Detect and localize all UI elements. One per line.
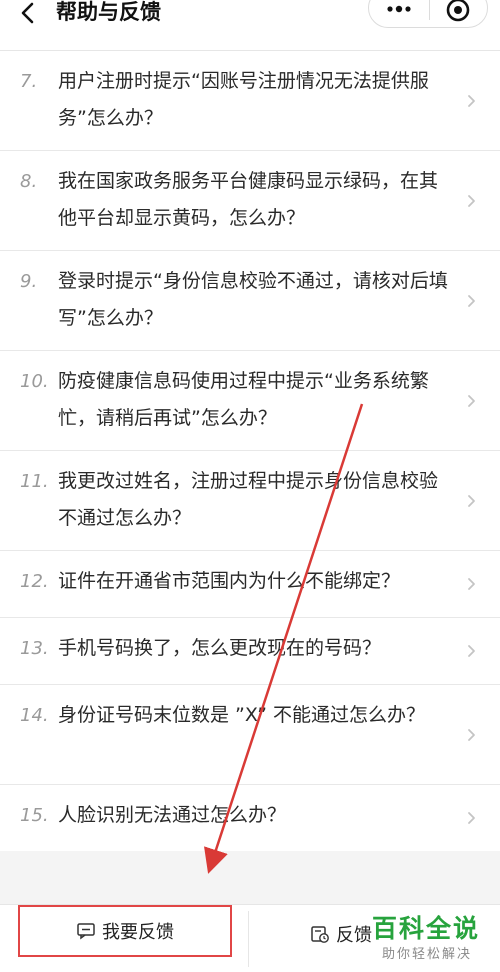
faq-item-number: 8. (20, 171, 38, 192)
faq-item-question: 身份证号码末位数是 ”X” 不能通过怎么办？ (58, 704, 426, 726)
faq-item-question: 手机号码换了，怎么更改现在的号码？ (58, 637, 382, 659)
chevron-right-icon (468, 728, 475, 741)
faq-item-number: 10. (20, 371, 49, 392)
chevron-right-icon (468, 812, 475, 824)
watermark-title: 百科全说 (372, 914, 481, 943)
faq-item[interactable]: 14. 身份证号码末位数是 ”X” 不能通过怎么办？ (0, 685, 500, 785)
top-nav-bar: 帮助与反馈 (0, 0, 500, 51)
faq-item-number: 7. (20, 71, 38, 92)
feedback-button[interactable]: 我要反馈 (18, 905, 232, 957)
faq-item[interactable]: 7. 用户注册时提示“因账号注册情况无法提供服务”怎么办？ (0, 51, 500, 151)
faq-item[interactable]: 15. 人脸识别无法通过怎么办？ (0, 785, 500, 852)
faq-item-number: 15. (20, 805, 49, 826)
feedback-records-button[interactable]: 反馈 (310, 919, 372, 949)
more-dots-icon[interactable] (385, 0, 413, 19)
faq-item-question: 防疫健康信息码使用过程中提示“业务系统繁忙，请稍后再试”怎么办？ (58, 370, 429, 429)
message-edit-icon (77, 923, 95, 940)
bottom-bar-divider (248, 911, 249, 967)
faq-item-question: 用户注册时提示“因账号注册情况无法提供服务”怎么办？ (58, 70, 429, 129)
feedback-button-label: 我要反馈 (102, 922, 174, 943)
faq-item-number: 11. (20, 471, 49, 492)
capsule-divider (429, 0, 430, 20)
faq-item[interactable]: 9. 登录时提示“身份信息校验不通过，请核对后填写”怎么办？ (0, 251, 500, 351)
faq-item-question: 人脸识别无法通过怎么办？ (58, 804, 287, 826)
page-title: 帮助与反馈 (56, 0, 161, 24)
chevron-right-icon (468, 494, 475, 507)
watermark-subtitle: 助你轻松解决 (382, 947, 473, 962)
faq-item-number: 13. (20, 638, 49, 659)
chevron-right-icon (468, 394, 475, 407)
feedback-records-label: 反馈 (336, 925, 372, 946)
faq-list: 7. 用户注册时提示“因账号注册情况无法提供服务”怎么办？ 8. 我在国家政务服务平台… (0, 51, 500, 852)
faq-item[interactable]: 12. 证件在开通省市范围内为什么不能绑定？ (0, 551, 500, 618)
target-circle-icon[interactable] (445, 0, 471, 23)
chevron-right-icon (468, 194, 475, 207)
chevron-left-icon[interactable] (14, 0, 44, 28)
faq-item-number: 12. (20, 571, 49, 592)
faq-item-question: 证件在开通省市范围内为什么不能绑定？ (58, 570, 401, 592)
faq-item-number: 9. (20, 271, 38, 292)
chevron-right-icon (468, 94, 475, 107)
chevron-right-icon (468, 645, 475, 657)
chevron-right-icon (468, 578, 475, 590)
record-clock-icon (311, 926, 329, 943)
faq-item[interactable]: 10. 防疫健康信息码使用过程中提示“业务系统繁忙，请稍后再试”怎么办？ (0, 351, 500, 451)
faq-item-number: 14. (20, 705, 49, 726)
faq-item[interactable]: 13. 手机号码换了，怎么更改现在的号码？ (0, 618, 500, 685)
faq-item-question: 我在国家政务服务平台健康码显示绿码，在其他平台却显示黄码，怎么办？ (58, 170, 439, 229)
faq-item[interactable]: 8. 我在国家政务服务平台健康码显示绿码，在其他平台却显示黄码，怎么办？ (0, 151, 500, 251)
mini-program-capsule (368, 0, 488, 28)
watermark-logo: 百科全说 助你轻松解决 (372, 905, 500, 971)
faq-item[interactable]: 11. 我更改过姓名，注册过程中提示身份信息校验不通过怎么办？ (0, 451, 500, 551)
chevron-right-icon (468, 294, 475, 307)
faq-item-question: 我更改过姓名，注册过程中提示身份信息校验不通过怎么办？ (58, 470, 439, 529)
faq-item-question: 登录时提示“身份信息校验不通过，请核对后填写”怎么办？ (58, 270, 448, 329)
